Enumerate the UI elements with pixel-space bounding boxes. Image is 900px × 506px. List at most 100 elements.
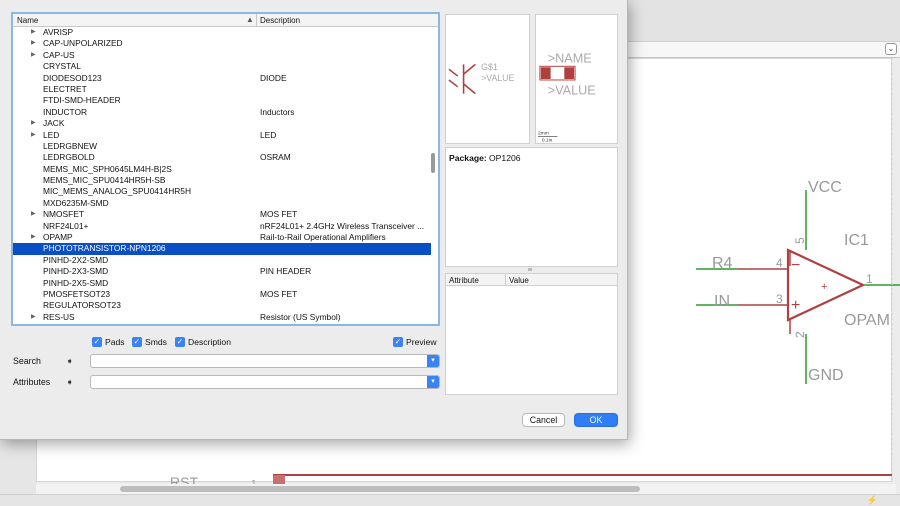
pads-checkbox[interactable]: ✓ Pads (92, 337, 125, 347)
preview-checkbox[interactable]: ✓ Preview (393, 337, 437, 347)
part-row[interactable]: DIODESOD123 DIODE (13, 73, 431, 84)
value-column-header[interactable]: Value (509, 276, 529, 285)
part-description: OSRAM (260, 152, 291, 163)
rst-label: RST (170, 474, 198, 484)
part-name: RES-US (43, 311, 75, 322)
part-row[interactable]: FTDI-SMD-HEADER (13, 95, 431, 106)
attribute-column-header[interactable]: Attribute (449, 276, 479, 285)
part-row[interactable]: PHOTOTRANSISTOR-NPN1206 (13, 243, 431, 255)
part-row[interactable]: ▶ CAP-UNPOLARIZED (13, 38, 431, 49)
part-row[interactable]: PINHD-2X5-SMD (13, 278, 431, 289)
pin-1-label: 1 (866, 272, 873, 286)
part-description: LED (260, 129, 277, 140)
search-go-icon[interactable]: ➧ (66, 357, 76, 366)
part-row[interactable]: MEMS_MIC_SPU0414HR5H-SB (13, 175, 431, 186)
bottom-schematic-strip: RST 1 (170, 474, 892, 484)
part-row[interactable]: RESONATOR (13, 323, 431, 324)
attributes-history-dropdown[interactable]: ▾ (427, 376, 439, 388)
attributes-input[interactable] (94, 377, 424, 387)
part-name: MXD6235M-SMD (43, 197, 109, 208)
part-row[interactable]: ▶ OPAMP Rail-to-Rail Operational Amplifier… (13, 232, 431, 243)
package-value-label: >VALUE (548, 84, 596, 98)
attributes-label: Attributes (13, 377, 51, 387)
part-name: LED (43, 129, 60, 140)
search-history-dropdown[interactable]: ▾ (427, 355, 439, 367)
symbol-value-label: >VALUE (481, 73, 514, 83)
expand-triangle-icon[interactable]: ▶ (31, 118, 36, 129)
column-description-header[interactable]: Description (260, 16, 300, 25)
checkmark-icon[interactable]: ✓ (175, 337, 185, 347)
center-plus: + (821, 281, 827, 293)
expand-triangle-icon[interactable]: ▶ (31, 27, 36, 38)
attribute-table-header: Attribute Value (446, 274, 617, 286)
parts-list[interactable]: Name ▲ Description ▶ AVRISP ▶ CAP-UNPOLARIZ… (11, 12, 440, 326)
part-description: MOS FET (260, 209, 298, 220)
lightning-icon: ⚡ (866, 495, 878, 505)
expand-triangle-icon[interactable]: ▶ (31, 312, 36, 323)
column-divider[interactable] (505, 274, 506, 286)
part-row[interactable]: ▶ CAP-US (13, 50, 431, 61)
part-row[interactable]: REGULATORSOT23 (13, 300, 431, 311)
attributes-go-icon[interactable]: ➧ (66, 378, 76, 387)
description-checkbox[interactable]: ✓ Description (175, 337, 231, 347)
part-row[interactable]: INDUCTOR Inductors (13, 107, 431, 118)
opamp-name-label: OPAM (844, 312, 890, 329)
part-name: JACK (43, 118, 65, 129)
horizontal-scroll-thumb[interactable] (120, 486, 640, 492)
part-row[interactable]: ▶ JACK (13, 118, 431, 129)
sort-up-icon[interactable]: ▲ (246, 15, 254, 24)
part-description: DIODE (260, 72, 287, 83)
panel-splitter-handle[interactable] (528, 268, 532, 271)
opamp-schematic[interactable]: VCC IC1 5 − + + R4 4 IN 3 1 OPAM 2 GND (628, 58, 900, 482)
attribute-table: Attribute Value (445, 273, 618, 395)
part-name: LEDRGBOLD (43, 152, 95, 163)
list-scrollbar[interactable] (430, 28, 437, 324)
gnd-label: GND (808, 367, 844, 384)
expand-triangle-icon[interactable]: ▶ (31, 232, 36, 243)
part-row[interactable]: ▶ AVRISP (13, 27, 431, 38)
search-field[interactable]: ▾ (90, 354, 440, 368)
expand-triangle-icon[interactable]: ▶ (31, 209, 36, 220)
attributes-field[interactable]: ▾ (90, 375, 440, 389)
part-row[interactable]: ELECTRET (13, 84, 431, 95)
smds-checkbox[interactable]: ✓ Smds (132, 337, 167, 347)
part-row[interactable]: NRF24L01+ nRF24L01+ 2.4GHz Wireless Trans… (13, 221, 431, 232)
package-preview: >NAME >VALUE 2mm 0.1in (535, 14, 618, 144)
pin-5-label: 5 (793, 237, 807, 244)
part-row[interactable]: LEDRGBNEW (13, 141, 431, 152)
checkmark-icon[interactable]: ✓ (393, 337, 403, 347)
cancel-button[interactable]: Cancel (522, 413, 565, 427)
part-name: MIC_MEMS_ANALOG_SPU0414HR5H (43, 186, 192, 197)
part-name: OPAMP (43, 232, 73, 243)
part-row[interactable]: PINHD-2X2-SMD (13, 255, 431, 266)
list-scroll-thumb[interactable] (431, 153, 435, 173)
part-row[interactable]: MXD6235M-SMD (13, 198, 431, 209)
part-row[interactable]: ▶ NMOSFET MOS FET (13, 209, 431, 220)
part-name: CAP-UNPOLARIZED (43, 38, 123, 49)
column-divider[interactable] (256, 14, 257, 27)
part-row[interactable]: LEDRGBOLD OSRAM (13, 152, 431, 163)
column-name-header[interactable]: Name (17, 16, 38, 25)
layer-dropdown[interactable]: ⌄ (628, 42, 900, 58)
expand-triangle-icon[interactable]: ▶ (31, 50, 36, 61)
checkmark-icon[interactable]: ✓ (132, 337, 142, 347)
part-row[interactable]: CRYSTAL (13, 61, 431, 72)
part-row[interactable]: ▶ RES-US Resistor (US Symbol) (13, 312, 431, 323)
expand-triangle-icon[interactable]: ▶ (31, 38, 36, 49)
search-input[interactable] (94, 356, 424, 366)
part-row[interactable]: PMOSFETSOT23 MOS FET (13, 289, 431, 300)
ok-button[interactable]: OK (574, 413, 618, 427)
part-description: Resistor (US Symbol) (260, 311, 341, 322)
part-row[interactable]: MEMS_MIC_SPH0645LM4H-B|2S (13, 164, 431, 175)
part-row[interactable]: PINHD-2X3-SMD PIN HEADER (13, 266, 431, 277)
pad-left (540, 67, 551, 79)
expand-triangle-icon[interactable]: ▶ (31, 130, 36, 141)
pads-label: Pads (105, 337, 125, 347)
part-row[interactable]: ▶ LED LED (13, 130, 431, 141)
preview-label: Preview (406, 337, 437, 347)
checkmark-icon[interactable]: ✓ (92, 337, 102, 347)
chevron-down-icon[interactable]: ⌄ (885, 43, 897, 55)
part-row[interactable]: MIC_MEMS_ANALOG_SPU0414HR5H (13, 186, 431, 197)
search-label: Search (13, 356, 41, 366)
part-description: Inductors (260, 106, 295, 117)
